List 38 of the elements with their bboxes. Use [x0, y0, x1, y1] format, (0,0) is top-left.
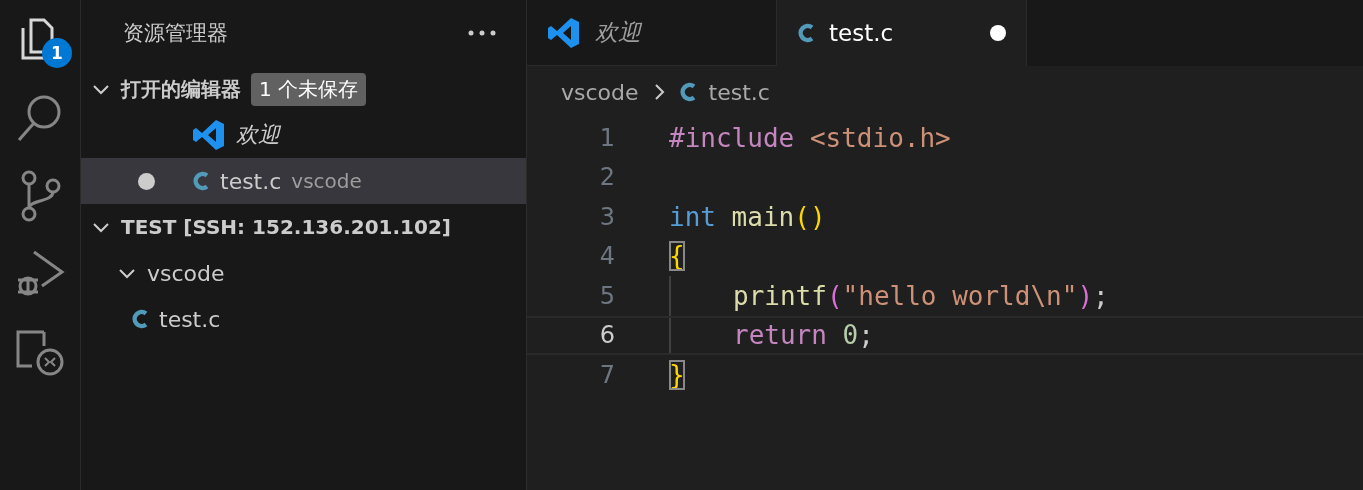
c-file-icon	[678, 81, 697, 103]
breadcrumb-item[interactable]: vscode	[561, 79, 639, 105]
unsaved-count-badge: 1 个未保存	[251, 72, 367, 106]
code-line: #include <stdio.h>	[669, 122, 951, 153]
vscode-logo-icon	[192, 118, 226, 152]
sidebar-title: 资源管理器	[123, 20, 228, 47]
file-name[interactable]: test.c	[159, 306, 221, 332]
remote-explorer-icon	[14, 328, 66, 376]
code-line: printf("hello world\n");	[733, 280, 1109, 311]
branch-icon	[19, 170, 61, 222]
code-line: int main()	[669, 201, 826, 232]
file-path: vscode	[291, 169, 362, 193]
open-editor-item[interactable]: 欢迎	[81, 112, 526, 158]
c-file-icon	[131, 308, 149, 330]
unsaved-dot	[990, 25, 1006, 41]
more-actions-icon[interactable]	[468, 30, 496, 36]
unsaved-dot	[138, 172, 155, 190]
notification-badge: 1	[42, 38, 72, 68]
line-number: 2	[598, 163, 615, 192]
file-name: 欢迎	[236, 121, 280, 149]
breadcrumb-item[interactable]: test.c	[708, 79, 770, 105]
line-number: 4	[598, 242, 615, 271]
section-header[interactable]: TEST [SSH: 152.136.201.102]	[121, 215, 451, 239]
section-header[interactable]: 打开的编辑器	[121, 75, 241, 103]
c-file-icon	[797, 22, 815, 44]
vscode-logo-icon	[547, 15, 581, 50]
line-number: 3	[598, 202, 615, 231]
folder-name[interactable]: vscode	[147, 260, 225, 286]
line-number: 7	[598, 360, 615, 389]
c-file-icon	[192, 170, 210, 192]
editor-tab[interactable]: 欢迎	[527, 0, 777, 66]
file-name: test.c	[220, 168, 282, 194]
line-number: 6	[598, 321, 615, 350]
code-line: return 0;	[733, 320, 874, 351]
open-editor-item[interactable]: test.c vscode	[81, 158, 526, 204]
editor-tab[interactable]: test.c	[777, 0, 1027, 66]
line-number: 1	[598, 123, 615, 152]
line-number: 5	[598, 281, 615, 310]
